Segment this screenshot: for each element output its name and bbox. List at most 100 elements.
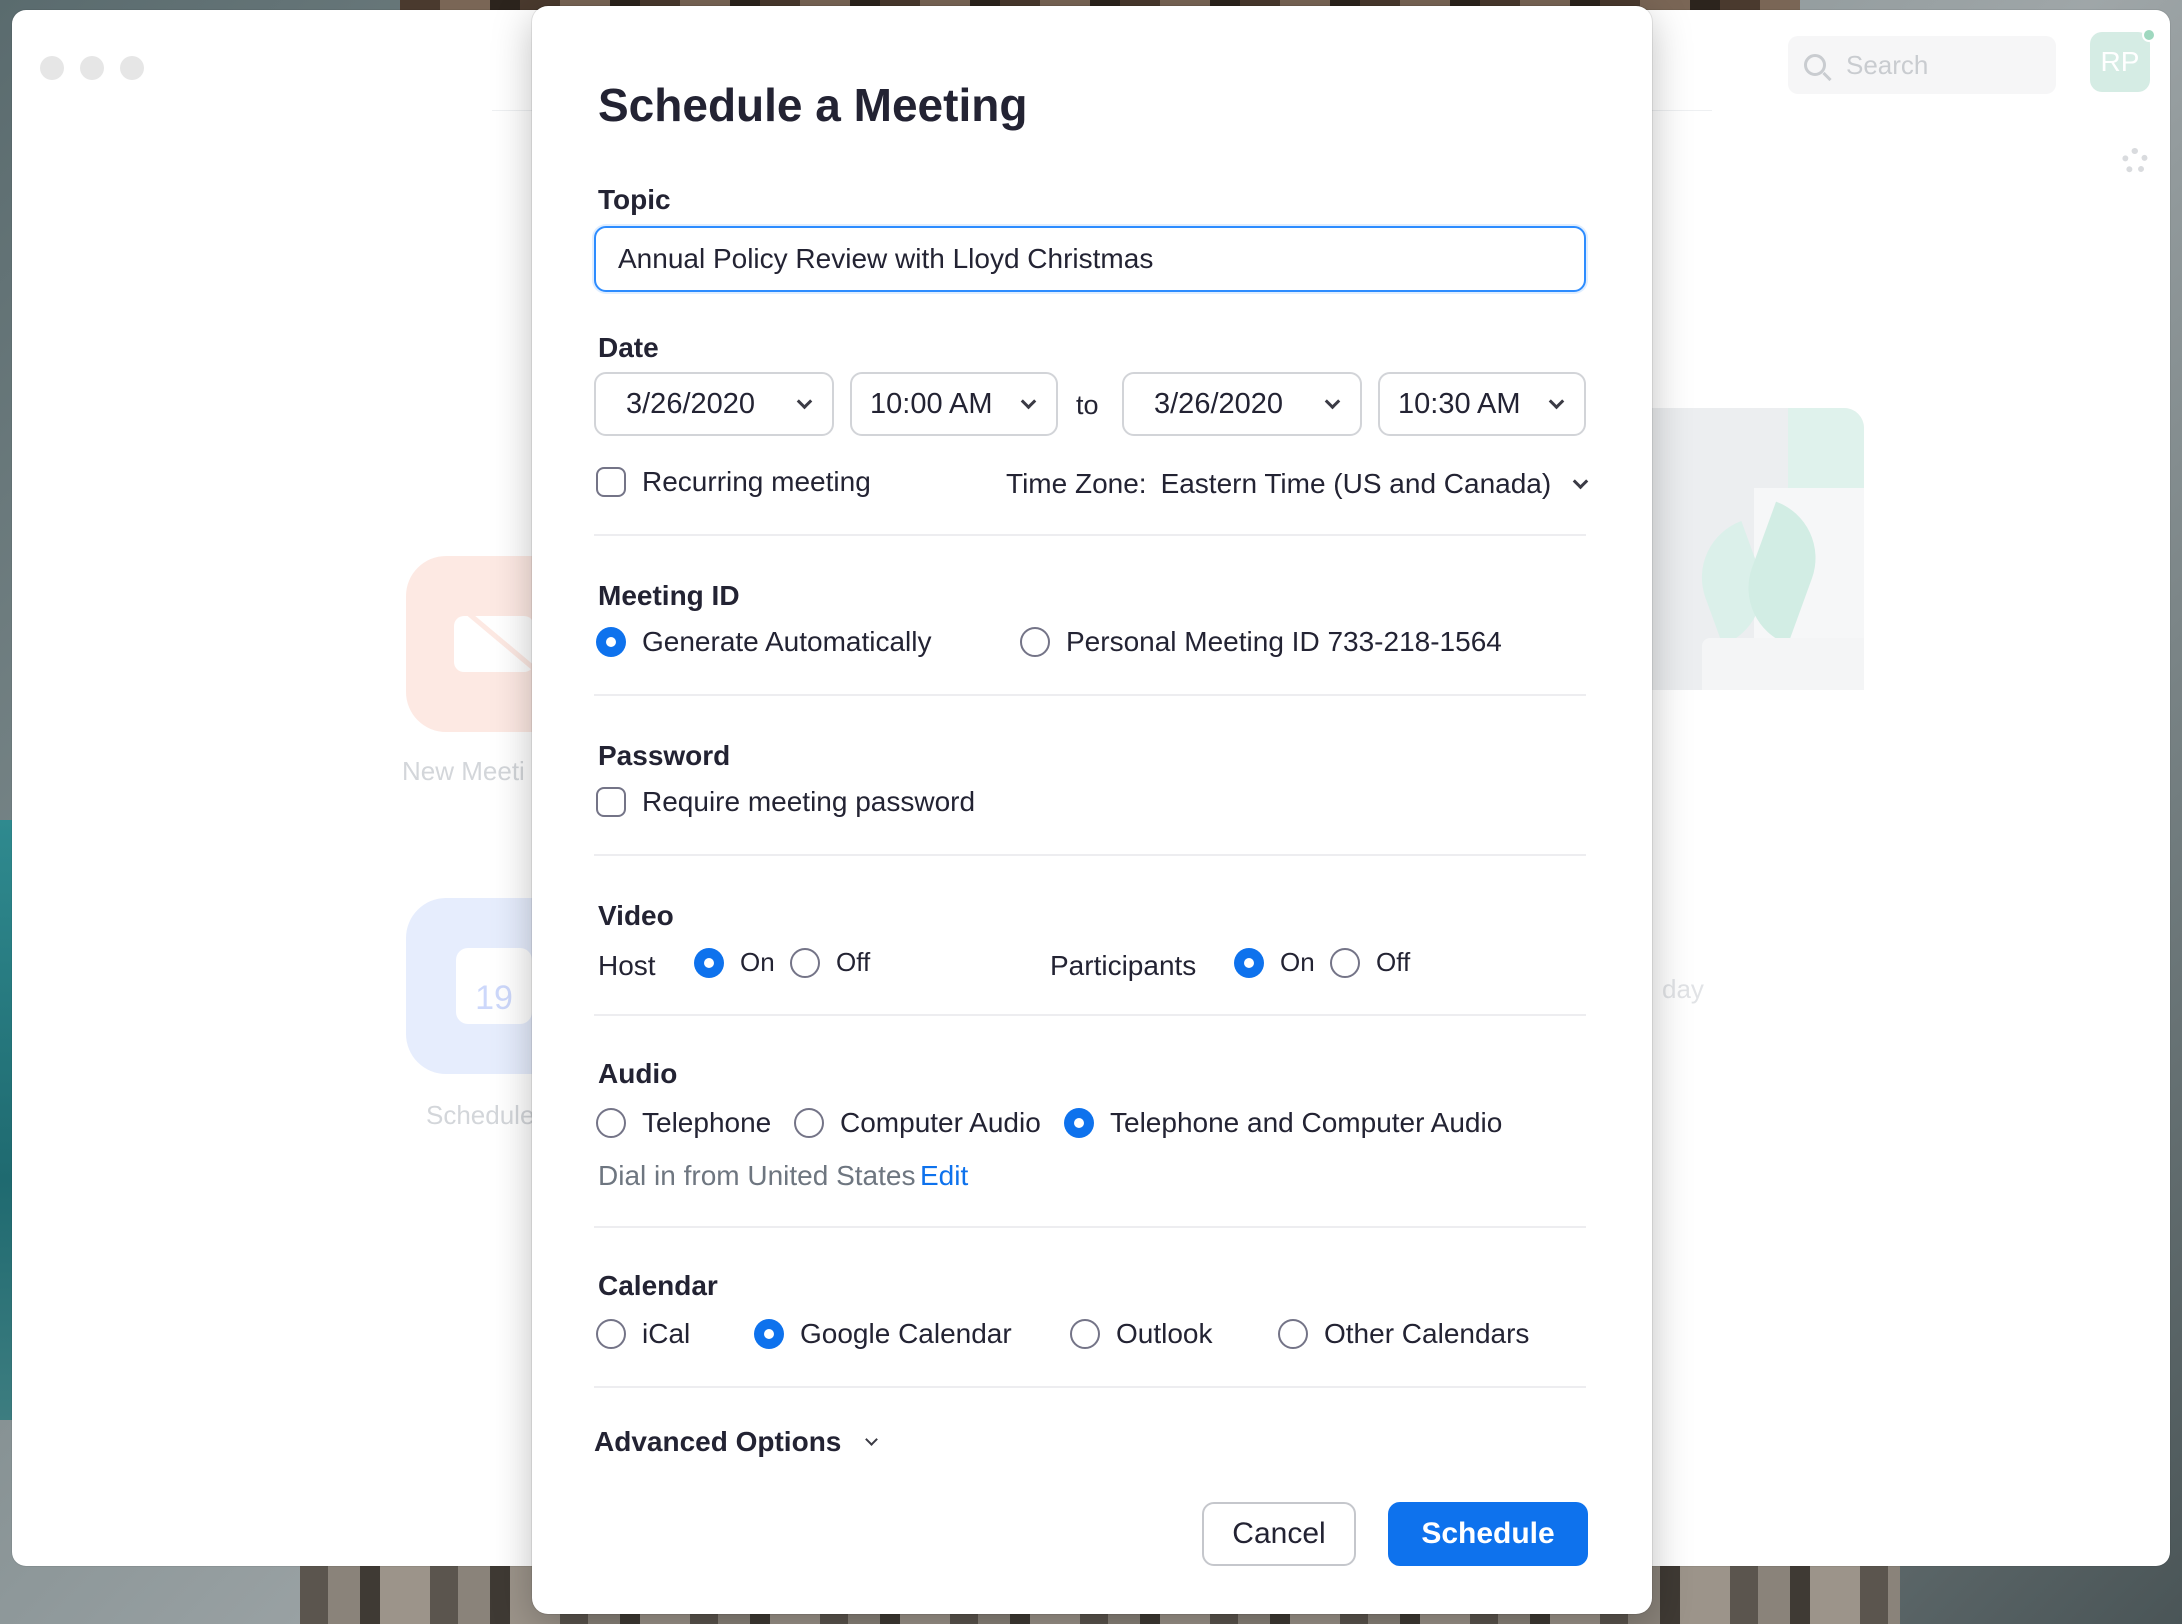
schedule-button[interactable]: Schedule (1388, 1502, 1588, 1566)
calendar-day: 19 (475, 979, 513, 1017)
end-time-value: 10:30 AM (1398, 387, 1521, 420)
calendar-label: Calendar (598, 1270, 718, 1301)
faded-text: day (1662, 974, 1704, 1004)
calendar-outlook-radio[interactable] (1070, 1319, 1100, 1349)
dial-in-text: Dial in from United States (598, 1160, 916, 1191)
password-label: Password (598, 740, 731, 771)
plant-illustration (1652, 408, 1864, 690)
video-participants-on-option[interactable]: On (1234, 947, 1315, 978)
video-host-on-option[interactable]: On (694, 947, 775, 978)
minimize-window-icon[interactable] (80, 56, 104, 80)
avatar[interactable]: RP (2090, 28, 2156, 92)
section-divider (594, 1226, 1586, 1228)
dialog-title: Schedule a Meeting (598, 79, 1028, 131)
require-password-label: Require meeting password (642, 786, 976, 817)
gear-icon[interactable] (2122, 148, 2148, 174)
maximize-window-icon[interactable] (120, 56, 144, 80)
chevron-down-icon (1020, 393, 1037, 409)
topic-input[interactable] (594, 226, 1586, 292)
recurring-meeting-checkbox[interactable] (596, 467, 626, 497)
calendar-outlook-label: Outlook (1116, 1318, 1213, 1349)
calendar-icon: 19 (456, 948, 532, 1024)
timezone-select[interactable]: Time Zone: Eastern Time (US and Canada) (1006, 468, 1589, 500)
video-host-off-option[interactable]: Off (790, 947, 870, 978)
audio-both-option[interactable]: Telephone and Computer Audio (1064, 1107, 1502, 1139)
section-divider (594, 1386, 1586, 1388)
close-window-icon[interactable] (40, 56, 64, 80)
video-host-on-label: On (740, 947, 775, 977)
calendar-outlook-option[interactable]: Outlook (1070, 1318, 1213, 1350)
schedule-meeting-dialog: Schedule a Meeting Topic Date 3/26/2020 … (532, 6, 1652, 1614)
advanced-options-label: Advanced Options (594, 1426, 842, 1457)
video-host-label: Host (598, 950, 656, 981)
advanced-options-toggle[interactable]: Advanced Options (594, 1426, 879, 1458)
window-controls (40, 56, 144, 80)
date-label: Date (598, 332, 659, 363)
calendar-ical-option[interactable]: iCal (596, 1318, 690, 1350)
meeting-id-generate-option[interactable]: Generate Automatically (596, 626, 932, 658)
video-off-icon (454, 616, 534, 672)
meeting-id-label: Meeting ID (598, 580, 740, 611)
chevron-down-icon (796, 393, 813, 409)
new-meeting-label: New Meeti (402, 756, 525, 786)
audio-both-radio[interactable] (1064, 1108, 1094, 1138)
end-date-select[interactable]: 3/26/2020 (1122, 372, 1362, 436)
audio-computer-option[interactable]: Computer Audio (794, 1107, 1041, 1139)
audio-telephone-option[interactable]: Telephone (596, 1107, 771, 1139)
audio-label: Audio (598, 1058, 678, 1089)
video-label: Video (598, 900, 674, 931)
audio-telephone-label: Telephone (642, 1107, 772, 1138)
calendar-other-option[interactable]: Other Calendars (1278, 1318, 1529, 1350)
video-host-off-radio[interactable] (790, 947, 820, 978)
meeting-id-personal-radio[interactable] (1020, 627, 1050, 657)
calendar-ical-radio[interactable] (596, 1319, 626, 1349)
search-icon (1804, 54, 1826, 76)
schedule-label: Schedule (426, 1100, 535, 1130)
section-divider (594, 694, 1586, 696)
video-participants-off-radio[interactable] (1330, 947, 1360, 978)
cancel-button[interactable]: Cancel (1202, 1502, 1356, 1566)
search-field[interactable]: Search (1788, 36, 2056, 94)
chevron-down-icon (865, 1432, 879, 1446)
calendar-other-label: Other Calendars (1324, 1318, 1530, 1349)
chevron-down-icon (1572, 473, 1589, 489)
end-time-select[interactable]: 10:30 AM (1378, 372, 1586, 436)
require-password-checkbox[interactable] (596, 787, 626, 817)
video-host-off-label: Off (836, 947, 871, 977)
timezone-label: Time Zone: (1006, 468, 1147, 499)
video-participants-off-label: Off (1376, 947, 1411, 977)
recurring-meeting-option[interactable]: Recurring meeting (596, 466, 871, 498)
chevron-down-icon (1324, 393, 1341, 409)
status-dot-icon (2142, 28, 2156, 42)
start-date-select[interactable]: 3/26/2020 (594, 372, 834, 436)
require-password-option[interactable]: Require meeting password (596, 786, 975, 818)
topic-label: Topic (598, 184, 671, 215)
start-time-value: 10:00 AM (870, 387, 993, 420)
start-time-select[interactable]: 10:00 AM (850, 372, 1058, 436)
recurring-meeting-label: Recurring meeting (642, 466, 871, 497)
calendar-google-radio[interactable] (754, 1319, 784, 1349)
calendar-other-radio[interactable] (1278, 1319, 1308, 1349)
audio-telephone-radio[interactable] (596, 1108, 626, 1138)
section-divider (594, 854, 1586, 856)
section-divider (594, 534, 1586, 536)
video-host-on-radio[interactable] (694, 947, 724, 978)
audio-computer-radio[interactable] (794, 1108, 824, 1138)
to-label: to (1076, 390, 1099, 420)
video-participants-on-radio[interactable] (1234, 947, 1264, 978)
meeting-id-personal-label: Personal Meeting ID 733-218-1564 (1066, 626, 1502, 657)
meeting-id-generate-label: Generate Automatically (642, 626, 932, 657)
search-placeholder: Search (1846, 49, 1929, 80)
calendar-google-option[interactable]: Google Calendar (754, 1318, 1012, 1350)
end-date-value: 3/26/2020 (1154, 387, 1284, 420)
audio-computer-label: Computer Audio (840, 1107, 1041, 1138)
meeting-id-generate-radio[interactable] (596, 627, 626, 657)
meeting-id-personal-option[interactable]: Personal Meeting ID 733-218-1564 (1020, 626, 1502, 658)
video-participants-label: Participants (1050, 950, 1197, 981)
dial-in-edit-link[interactable]: Edit (920, 1160, 968, 1192)
start-date-value: 3/26/2020 (626, 387, 756, 420)
avatar-initials: RP (2100, 46, 2140, 77)
audio-both-label: Telephone and Computer Audio (1110, 1107, 1503, 1138)
video-participants-off-option[interactable]: Off (1330, 947, 1410, 978)
section-divider (594, 1014, 1586, 1016)
